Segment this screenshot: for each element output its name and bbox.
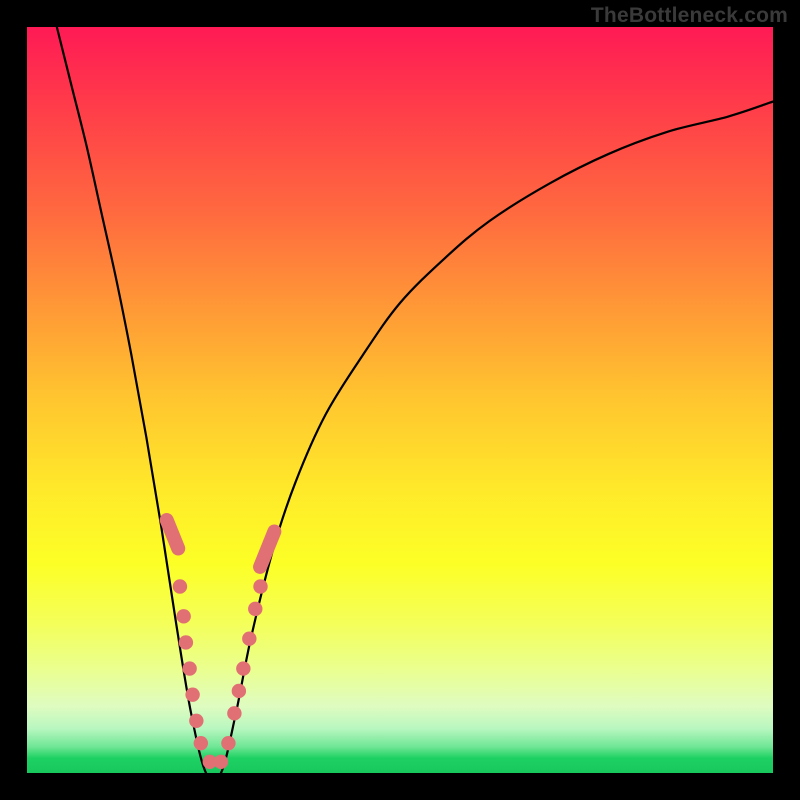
data-marker — [236, 661, 250, 675]
data-marker — [221, 736, 235, 750]
bottleneck-curve — [57, 27, 773, 773]
plot-area — [27, 27, 773, 773]
data-marker — [173, 579, 187, 593]
markers-right-branch — [214, 522, 284, 769]
data-marker — [176, 609, 190, 623]
data-marker — [179, 635, 193, 649]
data-marker — [182, 661, 196, 675]
data-marker — [214, 755, 228, 769]
data-marker — [227, 706, 241, 720]
data-marker — [185, 687, 199, 701]
chart-frame: TheBottleneck.com — [0, 0, 800, 800]
data-marker — [248, 602, 262, 616]
data-marker — [253, 579, 267, 593]
data-marker — [232, 684, 246, 698]
data-marker — [242, 632, 256, 646]
data-marker — [189, 714, 203, 728]
bottleneck-curve-svg — [27, 27, 773, 773]
watermark-text: TheBottleneck.com — [591, 4, 788, 28]
markers-left-branch — [158, 511, 217, 769]
data-marker — [194, 736, 208, 750]
